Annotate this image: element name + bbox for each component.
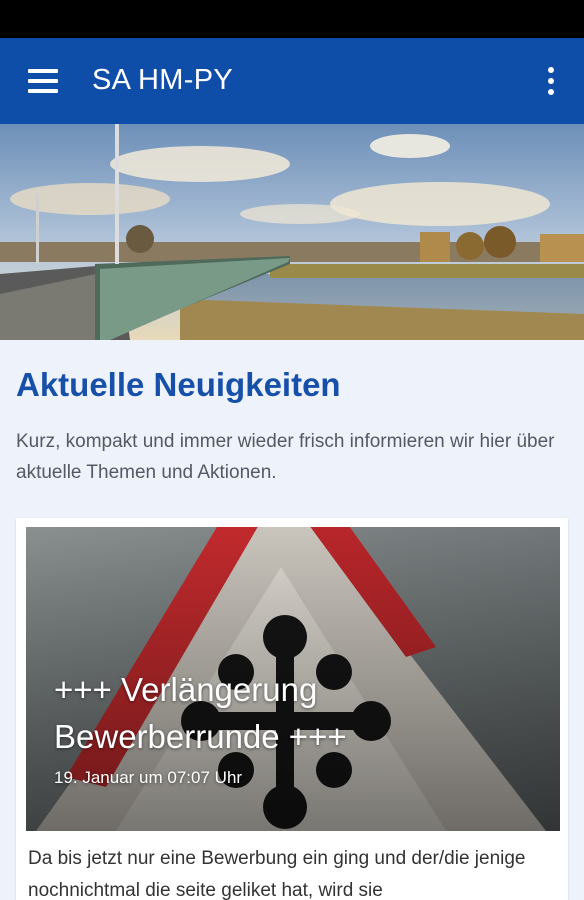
- status-bar: [0, 0, 584, 38]
- news-card[interactable]: +++ Verlängerung Bewerberrunde +++ 19. J…: [16, 518, 568, 900]
- section-description: Kurz, kompakt und immer wieder frisch in…: [16, 431, 555, 483]
- main-content: Aktuelle Neuigkeiten Kurz, kompakt und i…: [0, 340, 584, 900]
- more-vert-icon[interactable]: [536, 64, 566, 100]
- news-card-title[interactable]: +++ Verlängerung Bewerberrunde +++: [54, 666, 534, 760]
- hero-image: [0, 124, 584, 340]
- section-title: Aktuelle Neuigkeiten: [16, 366, 341, 403]
- app-title: SA HM-PY: [92, 64, 233, 96]
- app-bar: SA HM-PY: [0, 38, 584, 124]
- hamburger-menu-icon[interactable]: [14, 60, 70, 102]
- news-card-date: 19. Januar um 07:07 Uhr: [54, 768, 243, 787]
- news-card-excerpt: Da bis jetzt nur eine Bewerbung ein ging…: [28, 848, 526, 900]
